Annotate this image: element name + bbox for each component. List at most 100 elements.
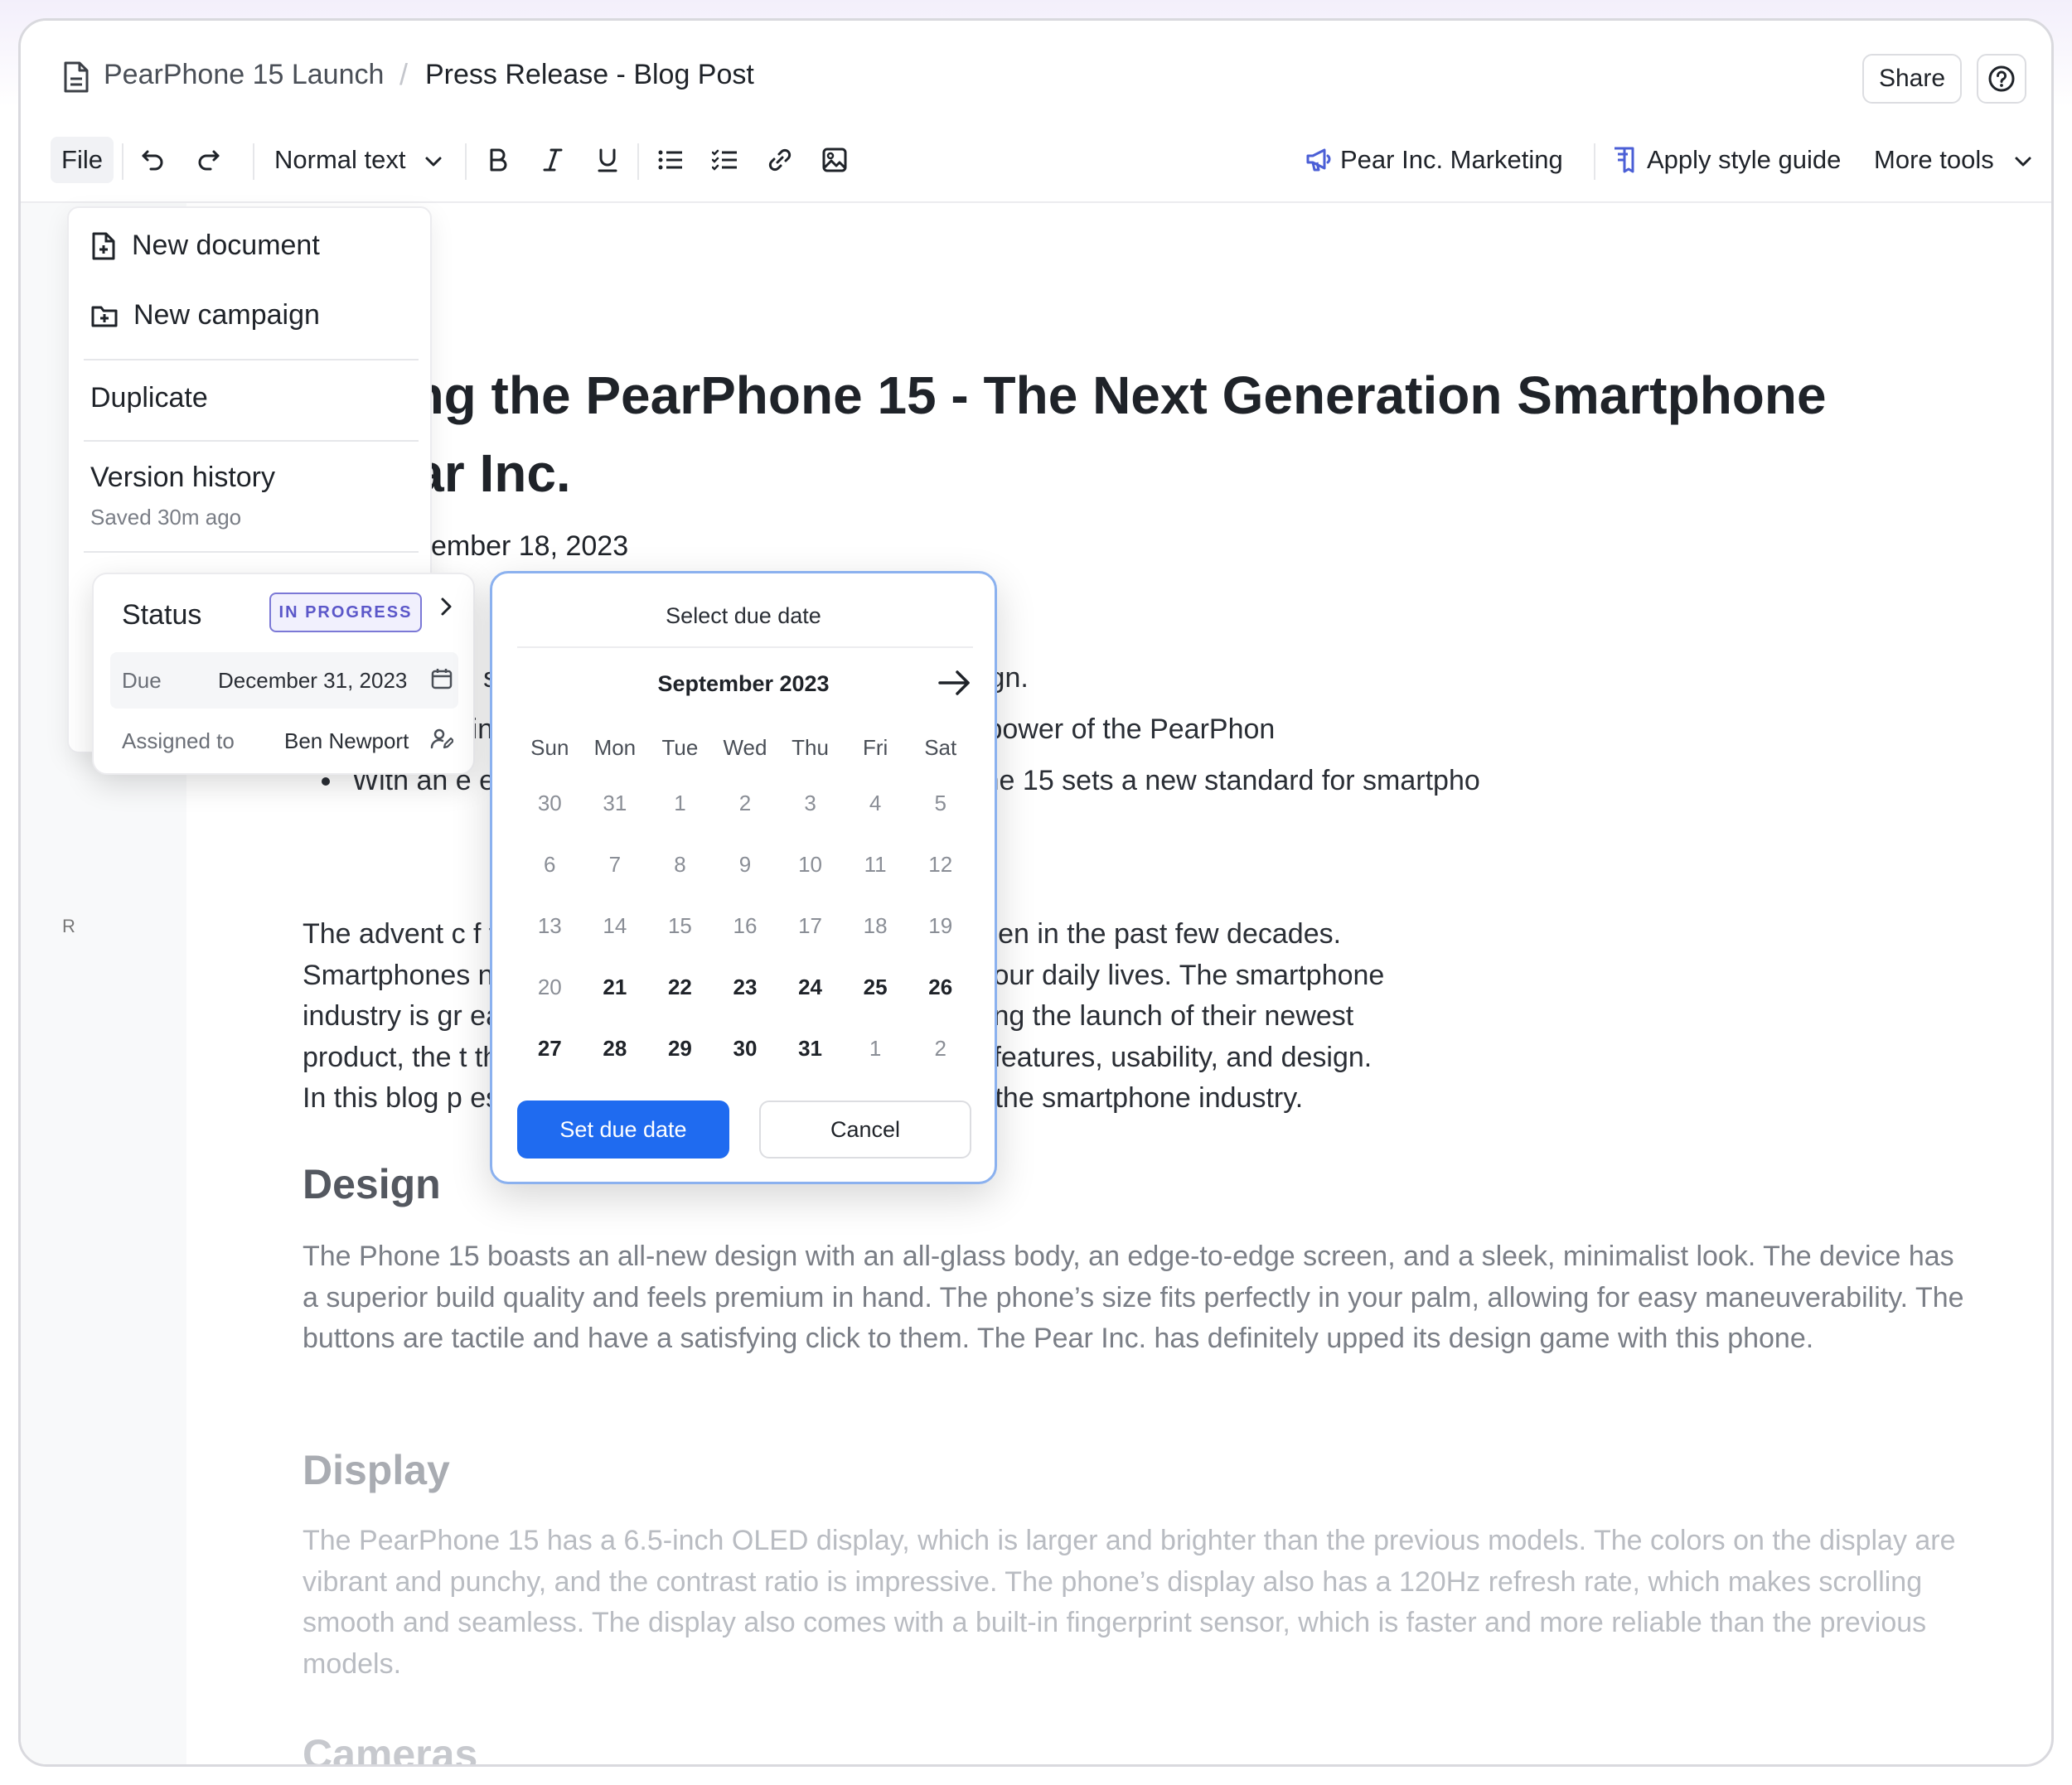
calendar-day[interactable]: 5: [908, 772, 973, 834]
menu-divider: [84, 551, 419, 553]
image-icon[interactable]: [820, 145, 850, 175]
menu-item-duplicate[interactable]: Duplicate: [90, 382, 208, 414]
set-due-date-button[interactable]: Set due date: [517, 1101, 729, 1159]
top-bar: PearPhone 15 Launch / Press Release - Bl…: [21, 21, 2051, 203]
text-style-label: Normal text: [274, 145, 406, 174]
menu-item-label: New campaign: [133, 299, 320, 331]
underline-icon[interactable]: [593, 145, 622, 175]
calendar-day[interactable]: 9: [713, 834, 778, 895]
weekday-header: Tue: [661, 734, 699, 760]
gutter-label: R: [62, 916, 75, 936]
calendar-day[interactable]: 24: [777, 956, 843, 1018]
calendar-day[interactable]: 13: [517, 895, 583, 956]
calendar-day[interactable]: 31: [583, 772, 648, 834]
calendar-day[interactable]: 11: [843, 834, 908, 895]
calendar-day[interactable]: 26: [908, 956, 973, 1018]
calendar-day[interactable]: 25: [843, 956, 908, 1018]
calendar-day[interactable]: 20: [517, 956, 583, 1018]
help-icon: [1987, 65, 2016, 93]
due-date-row[interactable]: Due December 31, 2023: [110, 652, 458, 709]
calendar-icon[interactable]: [430, 667, 453, 690]
undo-icon[interactable]: [138, 145, 168, 175]
assigned-label: Assigned to: [122, 728, 235, 753]
weekday-header: Wed: [723, 734, 767, 760]
calendar-day[interactable]: 15: [647, 895, 713, 956]
calendar-day[interactable]: 30: [517, 772, 583, 834]
file-menu-button[interactable]: File: [51, 137, 114, 183]
weekday-header: Mon: [593, 734, 637, 760]
text-style-dropdown[interactable]: Normal text: [274, 145, 443, 175]
calendar-day[interactable]: 3: [777, 772, 843, 834]
toolbar-divider: [1594, 143, 1595, 180]
calendar-day[interactable]: 22: [647, 956, 713, 1018]
breadcrumb-project[interactable]: PearPhone 15 Launch: [104, 59, 384, 91]
calendar-day[interactable]: 10: [777, 834, 843, 895]
calendar-day[interactable]: 12: [908, 834, 973, 895]
bold-icon[interactable]: [483, 145, 513, 175]
calendar-day[interactable]: 14: [583, 895, 648, 956]
bulleted-list-icon[interactable]: [656, 145, 685, 175]
picker-divider: [517, 646, 973, 648]
user-edit-icon[interactable]: [430, 727, 453, 750]
toolbar-divider: [637, 143, 639, 180]
calendar-grid: Sun Mon Tue Wed Thu Fri Sat 30 31 1 2 3 4 5 6 7 8 9 10 11 12…: [517, 723, 973, 1079]
due-date-picker: Select due date September 2023 Sun Mon Tue…: [490, 571, 997, 1184]
menu-item-label: New document: [132, 230, 320, 261]
calendar-day[interactable]: 29: [647, 1018, 713, 1079]
title-line-2: n Pear Inc.: [303, 443, 571, 503]
cancel-button[interactable]: Cancel: [759, 1101, 971, 1159]
more-tools-label: More tools: [1874, 145, 1994, 174]
menu-divider: [84, 359, 419, 360]
calendar-day[interactable]: 19: [908, 895, 973, 956]
calendar-day[interactable]: 16: [713, 895, 778, 956]
calendar-day[interactable]: 2: [713, 772, 778, 834]
picker-month: September 2023: [657, 671, 830, 696]
status-badge[interactable]: IN PROGRESS: [269, 593, 422, 632]
calendar-day[interactable]: 4: [843, 772, 908, 834]
chevron-right-icon[interactable]: [438, 596, 453, 617]
weekday-header: Sat: [924, 734, 957, 760]
calendar-day[interactable]: 21: [583, 956, 648, 1018]
picker-title: Select due date: [666, 603, 821, 628]
help-button[interactable]: [1977, 54, 2026, 104]
calendar-day[interactable]: 23: [713, 956, 778, 1018]
toolbar-divider: [122, 143, 123, 180]
brand-voice-button[interactable]: Pear Inc. Marketing: [1340, 145, 1563, 175]
due-value: December 31, 2023: [218, 668, 408, 693]
menu-item-new-campaign[interactable]: New campaign: [90, 299, 320, 331]
calendar-day[interactable]: 7: [583, 834, 648, 895]
menu-item-version-history[interactable]: Version history: [90, 462, 275, 494]
redo-icon[interactable]: [193, 145, 223, 175]
weekday-header: Fri: [862, 734, 888, 760]
calendar-day[interactable]: 6: [517, 834, 583, 895]
assignee-name[interactable]: Ben Newport: [284, 728, 409, 754]
calendar-day[interactable]: 8: [647, 834, 713, 895]
calendar-day[interactable]: 27: [517, 1018, 583, 1079]
calendar-day[interactable]: 1: [843, 1018, 908, 1079]
calendar-day[interactable]: 2: [908, 1018, 973, 1079]
cameras-heading: Cameras: [303, 1731, 478, 1767]
version-saved-status: Saved 30m ago: [90, 505, 242, 530]
toolbar-divider: [253, 143, 254, 180]
style-guide-icon: [1609, 145, 1639, 175]
status-title: Status: [122, 599, 202, 631]
chevron-down-icon: [424, 156, 443, 167]
link-icon[interactable]: [765, 145, 795, 175]
calendar-day[interactable]: 18: [843, 895, 908, 956]
app-window: R ducing the PearPhone 15 - The Next Gen…: [18, 18, 2054, 1767]
calendar-day[interactable]: 1: [647, 772, 713, 834]
apply-style-guide-button[interactable]: Apply style guide: [1647, 145, 1841, 175]
calendar-day[interactable]: 30: [713, 1018, 778, 1079]
italic-icon[interactable]: [538, 145, 568, 175]
more-tools-dropdown[interactable]: More tools: [1874, 145, 2032, 175]
calendar-day[interactable]: 17: [777, 895, 843, 956]
breadcrumb-document[interactable]: Press Release - Blog Post: [425, 59, 754, 91]
menu-item-new-document[interactable]: New document: [90, 230, 320, 262]
weekday-header: Sun: [530, 734, 569, 760]
checklist-icon[interactable]: [710, 145, 740, 175]
display-heading: Display: [303, 1447, 450, 1493]
share-button[interactable]: Share: [1862, 54, 1962, 104]
calendar-day[interactable]: 31: [777, 1018, 843, 1079]
arrow-right-icon[interactable]: [937, 666, 973, 699]
calendar-day[interactable]: 28: [583, 1018, 648, 1079]
